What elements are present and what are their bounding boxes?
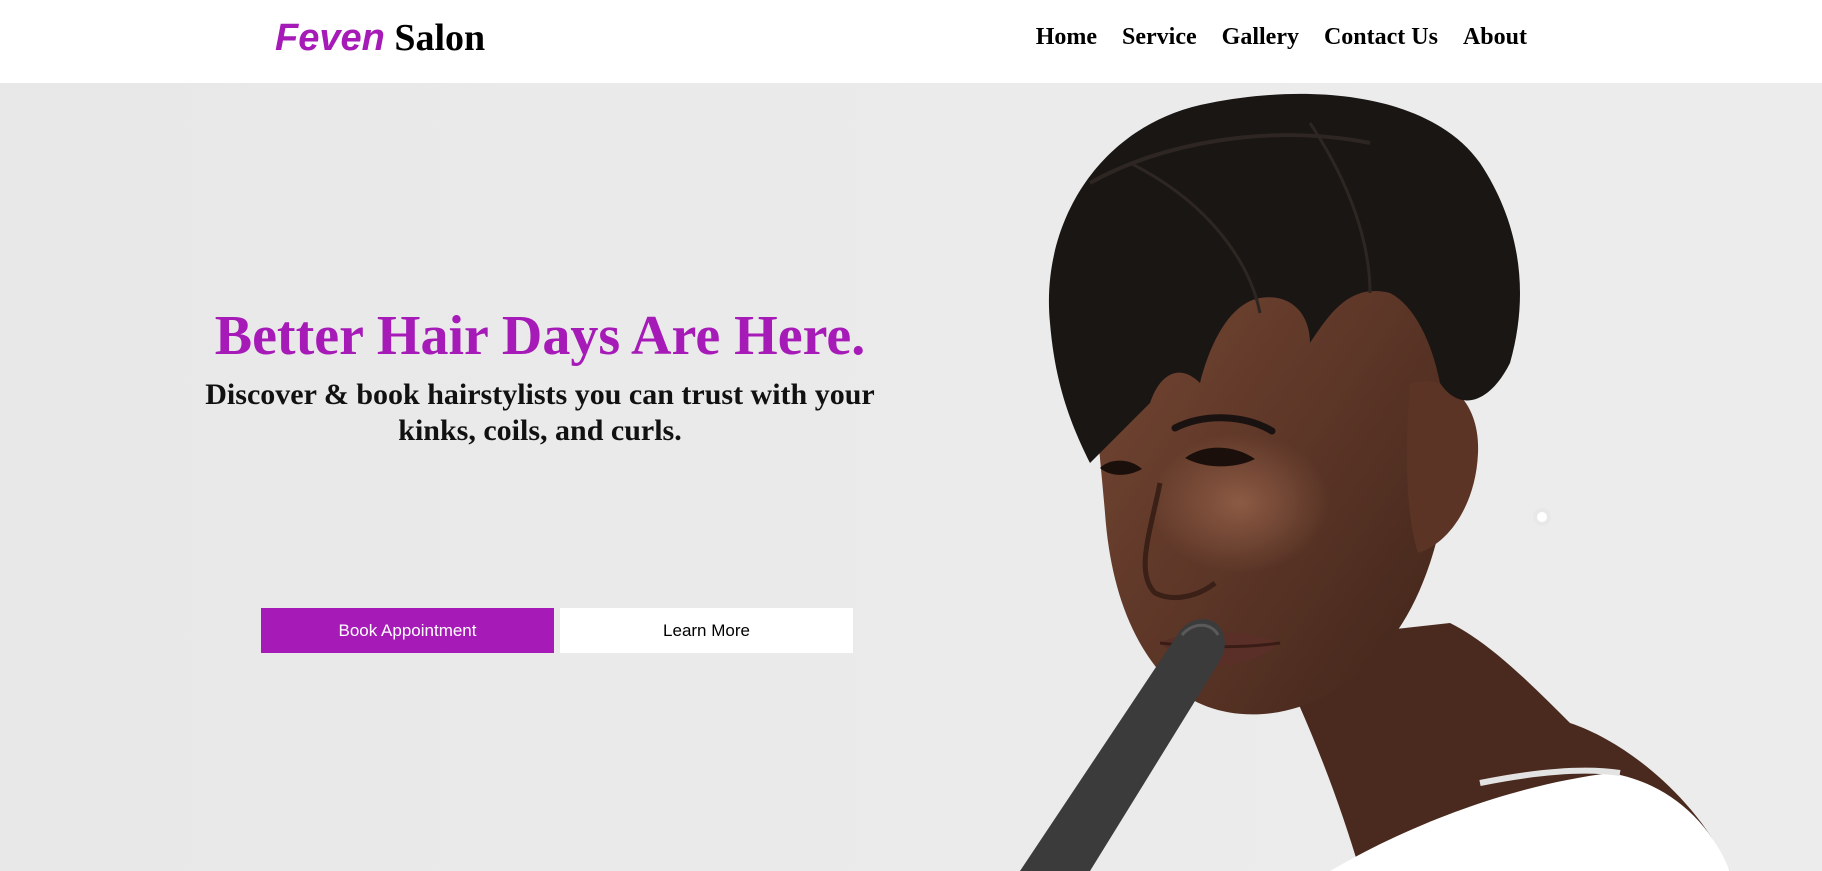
learn-more-button[interactable]: Learn More xyxy=(560,608,853,653)
brand-name-first: Feven xyxy=(275,17,385,59)
nav-home[interactable]: Home xyxy=(1036,22,1097,52)
main-nav: Home Service Gallery Contact Us About xyxy=(1036,22,1527,52)
hero-portrait-image xyxy=(1020,93,1730,871)
nav-gallery[interactable]: Gallery xyxy=(1222,22,1299,52)
brand-name-second: Salon xyxy=(394,17,486,59)
nav-contact-us[interactable]: Contact Us xyxy=(1324,22,1438,52)
navbar: Feven Salon Home Service Gallery Contact… xyxy=(0,0,1822,83)
nav-about[interactable]: About xyxy=(1463,22,1527,52)
brand-logo[interactable]: Feven Salon xyxy=(275,14,485,62)
book-appointment-button[interactable]: Book Appointment xyxy=(261,608,554,653)
nav-service[interactable]: Service xyxy=(1122,22,1197,52)
hero-cta-row: Book Appointment Learn More xyxy=(261,608,853,653)
hero-subheadline: Discover & book hairstylists you can tru… xyxy=(205,378,875,447)
hero-section: Better Hair Days Are Here. Discover & bo… xyxy=(0,83,1822,871)
hero-headline: Better Hair Days Are Here. xyxy=(214,305,866,367)
hero-content: Better Hair Days Are Here. Discover & bo… xyxy=(160,303,920,449)
